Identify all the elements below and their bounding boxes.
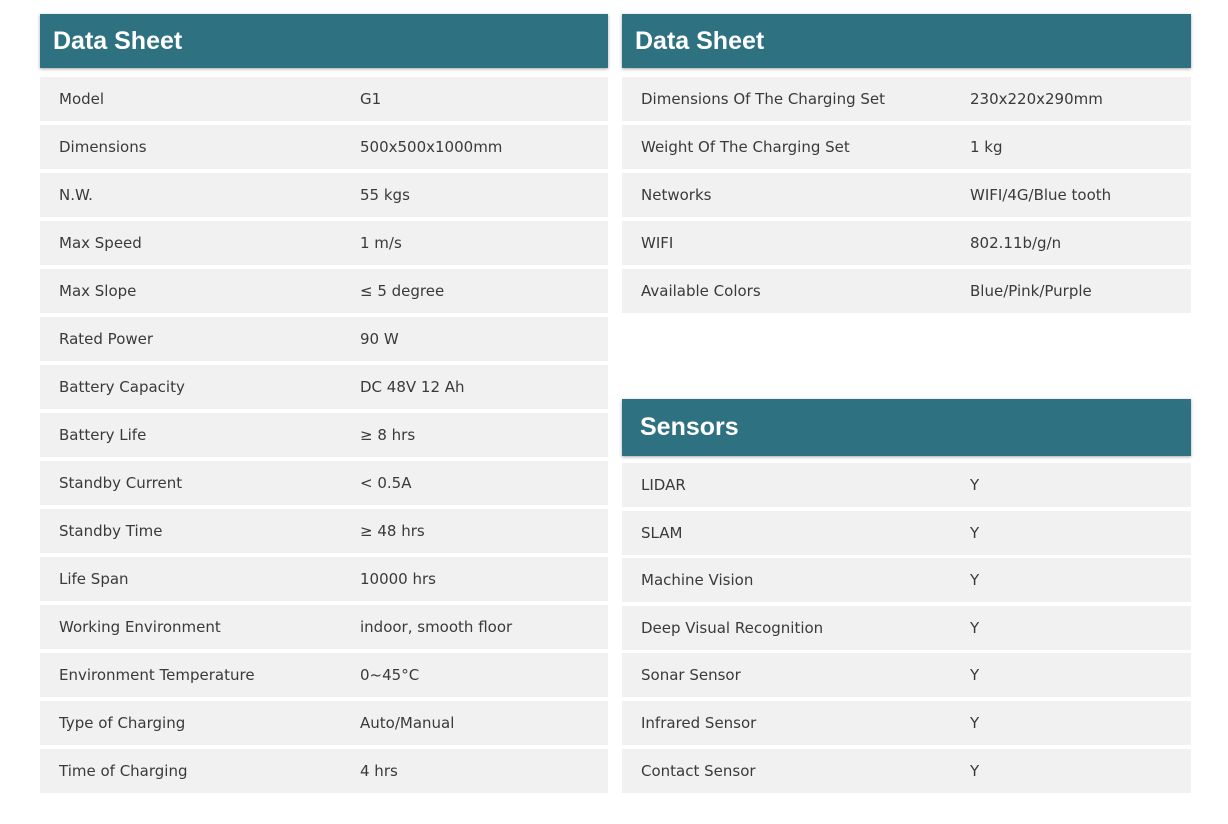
- spec-label: Dimensions: [59, 138, 147, 156]
- spec-label: Rated Power: [59, 330, 154, 348]
- spec-label: Model: [59, 90, 105, 108]
- spec-value: ≤ 5 degree: [360, 282, 445, 300]
- spec-row: Networks WIFI/4G/Blue tooth: [622, 173, 1191, 217]
- spec-label: Battery Capacity: [59, 378, 185, 396]
- spec-row: Standby Time ≥ 48 hrs: [40, 509, 608, 553]
- spec-value: 4 hrs: [360, 762, 398, 780]
- sensor-row: Sonar Sensor Y: [622, 653, 1191, 698]
- spec-label: Time of Charging: [59, 762, 188, 780]
- spec-row: Life Span 10000 hrs: [40, 557, 608, 601]
- spec-label: N.W.: [59, 186, 93, 204]
- data-sheet-panel-left: Data Sheet Model G1 Dimensions 500x500x100…: [40, 14, 608, 797]
- sensor-value: Y: [970, 713, 980, 732]
- spec-label: Networks: [641, 186, 712, 204]
- spec-value: 1 m/s: [360, 234, 402, 252]
- spec-value: indoor, smooth floor: [360, 618, 513, 636]
- spec-value: ≥ 8 hrs: [360, 426, 416, 444]
- panel-title: Data Sheet: [40, 14, 608, 68]
- sensor-row: SLAM Y: [622, 510, 1191, 555]
- spec-value: Blue/Pink/Purple: [970, 282, 1092, 300]
- spec-value: Auto/Manual: [360, 714, 455, 732]
- spec-value: WIFI/4G/Blue tooth: [970, 186, 1112, 204]
- spec-value: 90 W: [360, 330, 399, 348]
- spec-label: Battery Life: [59, 426, 147, 444]
- sensor-value: Y: [970, 523, 980, 542]
- sensor-row: LIDAR Y: [622, 463, 1191, 507]
- spec-row: Dimensions Of The Charging Set 230x220x29…: [622, 77, 1191, 121]
- sensor-label: SLAM: [641, 523, 683, 542]
- spec-row: N.W. 55 kgs: [40, 173, 608, 217]
- sensor-row: Contact Sensor Y: [622, 748, 1191, 793]
- panel-title: Sensors: [622, 399, 1191, 456]
- sensor-row: Infrared Sensor Y: [622, 700, 1191, 745]
- sensor-label: Machine Vision: [641, 571, 754, 590]
- sensor-table: LIDAR Y SLAM Y Machine Vision Y Deep Visual…: [622, 463, 1191, 793]
- spec-row: Weight Of The Charging Set 1 kg: [622, 125, 1191, 169]
- spec-value: 10000 hrs: [360, 570, 436, 588]
- sensor-value: Y: [970, 666, 980, 685]
- spec-value: DC 48V 12 Ah: [360, 378, 465, 396]
- spec-label: Weight Of The Charging Set: [641, 138, 850, 156]
- sensor-value: Y: [970, 618, 980, 637]
- sensors-panel: Sensors LIDAR Y SLAM Y Machine Vision Y Dee…: [622, 399, 1191, 796]
- sensor-label: Sonar Sensor: [641, 666, 741, 685]
- panel-title: Data Sheet: [622, 14, 1191, 68]
- spec-row: Environment Temperature 0~45°C: [40, 653, 608, 697]
- spec-label: Max Slope: [59, 282, 137, 300]
- spec-value: G1: [360, 90, 382, 108]
- spec-label: Type of Charging: [59, 714, 186, 732]
- spec-row: Battery Capacity DC 48V 12 Ah: [40, 365, 608, 409]
- sensor-label: Infrared Sensor: [641, 713, 757, 732]
- spec-row: Standby Current < 0.5A: [40, 461, 608, 505]
- spec-label: Life Span: [59, 570, 129, 588]
- sensor-row: Deep Visual Recognition Y: [622, 605, 1191, 650]
- spec-row: Type of Charging Auto/Manual: [40, 701, 608, 745]
- spec-row: Working Environment indoor, smooth floor: [40, 605, 608, 649]
- spec-label: Working Environment: [59, 618, 221, 636]
- spec-label: Environment Temperature: [59, 666, 255, 684]
- sensor-label: LIDAR: [641, 476, 686, 494]
- spec-row: Available Colors Blue/Pink/Purple: [622, 269, 1191, 313]
- spec-value: 802.11b/g/n: [970, 234, 1062, 252]
- spec-value: 500x500x1000mm: [360, 138, 503, 156]
- spec-row: Dimensions 500x500x1000mm: [40, 125, 608, 169]
- spec-value: 230x220x290mm: [970, 90, 1103, 108]
- sensor-value: Y: [970, 476, 980, 494]
- spec-value: 1 kg: [970, 138, 1003, 156]
- spec-label: WIFI: [641, 234, 674, 252]
- spec-label: Available Colors: [641, 282, 761, 300]
- sensor-label: Contact Sensor: [641, 761, 756, 780]
- sensor-label: Deep Visual Recognition: [641, 618, 824, 637]
- sensor-value: Y: [970, 761, 980, 780]
- spec-row: Rated Power 90 W: [40, 317, 608, 361]
- spec-value: < 0.5A: [360, 474, 412, 492]
- spec-label: Max Speed: [59, 234, 142, 252]
- sensor-value: Y: [970, 571, 980, 590]
- spec-value: 0~45°C: [360, 666, 420, 684]
- spec-row: Max Slope ≤ 5 degree: [40, 269, 608, 313]
- spec-row: Battery Life ≥ 8 hrs: [40, 413, 608, 457]
- spec-value: ≥ 48 hrs: [360, 522, 425, 540]
- sensor-row: Machine Vision Y: [622, 558, 1191, 603]
- spec-row: WIFI 802.11b/g/n: [622, 221, 1191, 265]
- spec-row: Time of Charging 4 hrs: [40, 749, 608, 793]
- data-sheet-panel-right: Data Sheet Dimensions Of The Charging Se…: [622, 14, 1191, 317]
- spec-value: 55 kgs: [360, 186, 410, 204]
- spec-row: Max Speed 1 m/s: [40, 221, 608, 265]
- spec-table: Model G1 Dimensions 500x500x1000mm N.W. 55 …: [40, 77, 608, 793]
- spec-row: Model G1: [40, 77, 608, 121]
- spec-label: Standby Current: [59, 474, 183, 492]
- spec-table: Dimensions Of The Charging Set 230x220x29…: [622, 77, 1191, 313]
- spec-label: Standby Time: [59, 522, 163, 540]
- spec-label: Dimensions Of The Charging Set: [641, 90, 886, 108]
